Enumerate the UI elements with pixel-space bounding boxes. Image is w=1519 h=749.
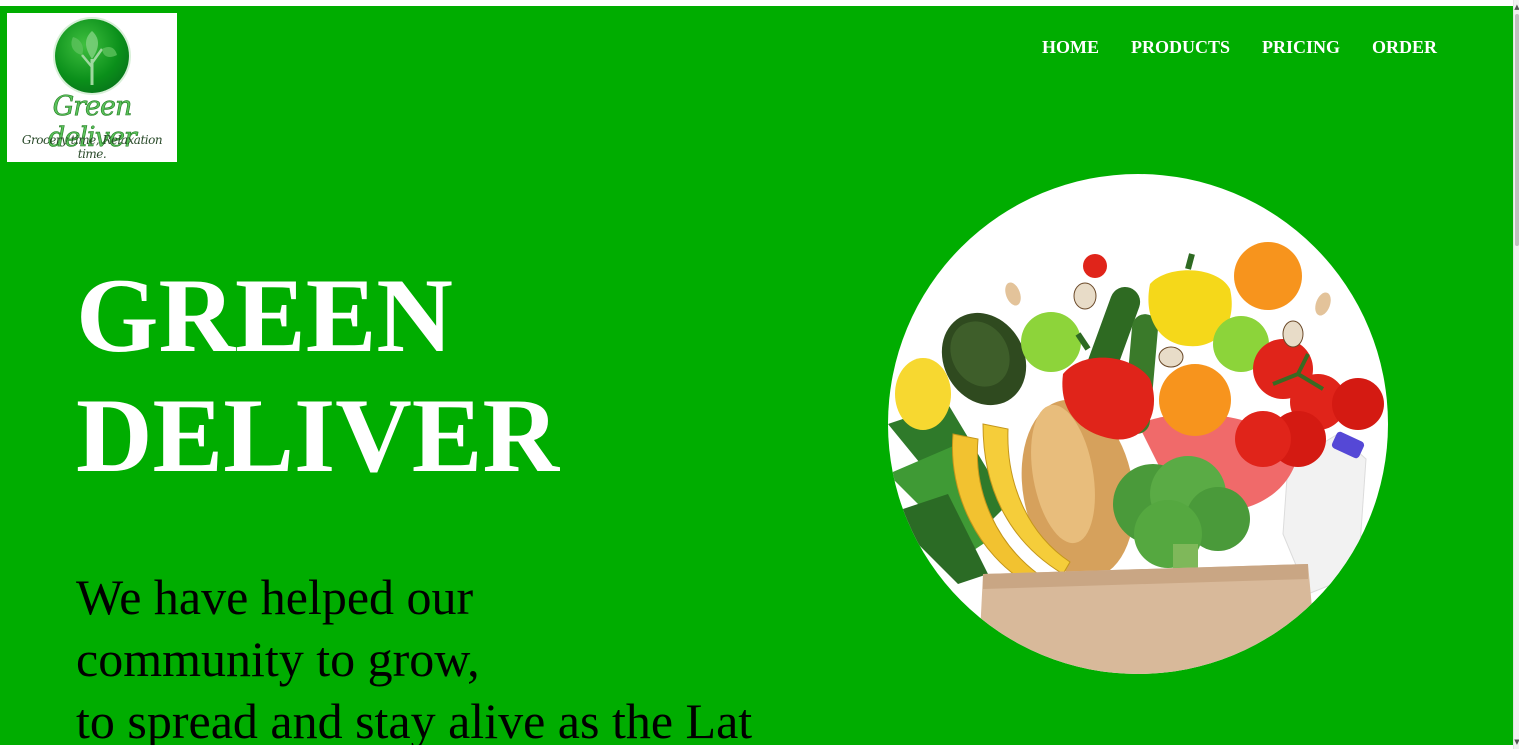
scroll-up-arrow-icon[interactable]: ▲: [1514, 2, 1519, 12]
logo-tagline: Grocery time, Relaxation time.: [21, 133, 163, 161]
grocery-bag-image: [888, 174, 1388, 674]
logo[interactable]: Green deliver Grocery time, Relaxation t…: [7, 13, 177, 162]
body-line-1: We have helped our: [76, 569, 474, 625]
scroll-thumb[interactable]: [1515, 14, 1519, 246]
headline-line-1: GREEN: [76, 257, 453, 374]
hero-headline: GREEN DELIVER: [76, 256, 559, 496]
nav-order[interactable]: ORDER: [1372, 36, 1437, 58]
nav-products[interactable]: PRODUCTS: [1131, 36, 1230, 58]
grocery-illustration: [888, 242, 1384, 674]
main-nav: HOME PRODUCTS PRICING ORDER: [1042, 36, 1437, 58]
browser-viewport: Green deliver Grocery time, Relaxation t…: [0, 0, 1519, 749]
nav-pricing[interactable]: PRICING: [1262, 36, 1340, 58]
body-line-2: community to grow,: [76, 631, 480, 687]
bottom-strip: [0, 745, 1513, 749]
body-line-3: to spread and stay alive as the Lat: [76, 693, 753, 745]
vertical-scrollbar[interactable]: ▲ ▼: [1513, 0, 1519, 749]
hero-body-text: We have helped our community to grow, to…: [76, 566, 836, 745]
nav-home[interactable]: HOME: [1042, 36, 1099, 58]
headline-line-2: DELIVER: [76, 377, 560, 494]
scroll-down-arrow-icon[interactable]: ▼: [1514, 737, 1519, 747]
tree-leaf-icon: [55, 19, 129, 93]
hero-section: Green deliver Grocery time, Relaxation t…: [0, 6, 1513, 745]
